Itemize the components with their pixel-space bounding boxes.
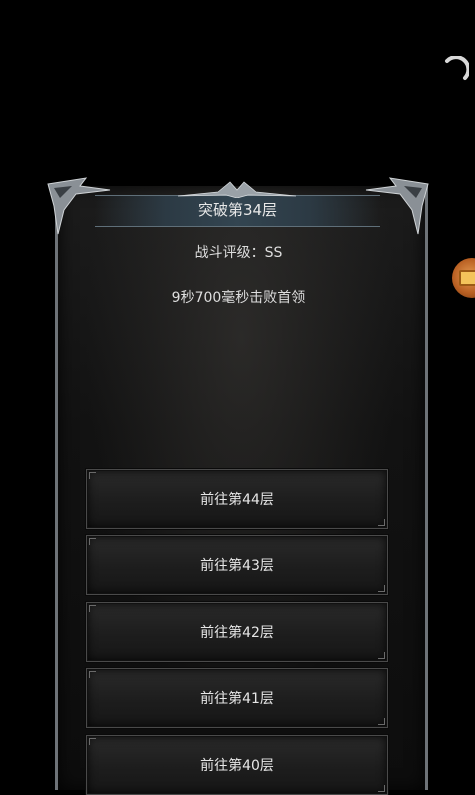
boss-clear-time: 9秒700毫秒击败首领: [171, 290, 306, 306]
go-to-floor-42-button[interactable]: 前往第42层: [86, 602, 388, 662]
go-to-floor-44-button[interactable]: 前往第44层: [86, 469, 388, 529]
side-menu-button[interactable]: [452, 258, 475, 298]
go-to-floor-40-button[interactable]: 前往第40层: [86, 735, 388, 795]
battle-rating: 战斗评级：SS: [194, 245, 283, 261]
go-to-floor-43-button[interactable]: 前往第43层: [86, 535, 388, 595]
loading-spinner-icon: [445, 56, 469, 80]
treasure-chest-icon: [459, 270, 475, 286]
dialog-title: 突破第34层: [197, 201, 278, 219]
go-to-floor-41-button[interactable]: 前往第41层: [86, 668, 388, 728]
